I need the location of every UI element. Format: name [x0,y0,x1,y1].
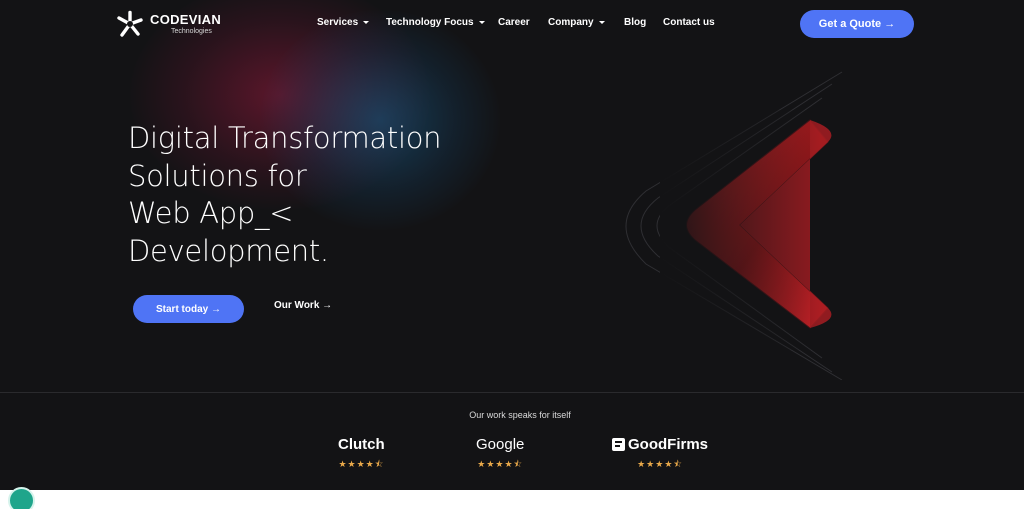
review-goodfirms[interactable]: GoodFirms ★★★★⯪ [612,436,708,473]
goodfirms-icon [612,438,625,451]
headline-line-2: Solutions for [128,158,307,193]
goodfirms-logo: GoodFirms [612,436,708,453]
nav-contact-us[interactable]: Contact us [663,17,715,28]
nav-technology-focus[interactable]: Technology Focus [386,17,498,28]
nav-career[interactable]: Career [498,17,548,28]
get-a-quote-button[interactable]: Get a Quote → [800,10,914,38]
nav-services[interactable]: Services [317,17,386,28]
chat-bubble-icon[interactable] [8,487,35,509]
clutch-logo: Clutch [338,436,385,453]
our-work-link[interactable]: Our Work → [274,300,332,311]
hero-section: CODEVIAN Technologies Services Technolog… [0,0,1024,490]
hero-headline: Digital Transformation Solutions for Web… [128,120,508,270]
section-divider [0,392,1024,393]
nav-blog[interactable]: Blog [624,17,663,28]
nav-contact-us-label: Contact us [663,17,715,28]
nav-services-label: Services [317,17,359,28]
main-nav: Services Technology Focus Career Company… [317,17,715,28]
brand-subtitle: Technologies [171,27,212,35]
nav-technology-focus-label: Technology Focus [386,17,474,28]
starburst-logo-icon [117,10,143,37]
clutch-stars: ★★★★⯪ [338,460,385,470]
chevron-down-icon [478,21,485,24]
chevron-down-icon [363,21,370,24]
start-today-button[interactable]: Start today → [133,295,244,323]
review-google[interactable]: Google ★★★★⯪ [476,436,524,473]
nav-blog-label: Blog [624,17,647,28]
brand-name: CODEVIAN [150,11,222,27]
chevron-down-icon [598,21,605,24]
review-clutch[interactable]: Clutch ★★★★⯪ [338,436,385,473]
headline-line-3: Web App_< [128,196,294,230]
chevron-left-graphic-icon [625,71,843,380]
nav-career-label: Career [498,17,530,28]
goodfirms-stars: ★★★★⯪ [637,460,683,470]
goodfirms-label: GoodFirms [628,436,709,453]
reviews-tagline: Our work speaks for itself [469,410,571,420]
google-logo: Google [476,436,524,453]
brand-logo[interactable]: CODEVIAN Technologies [115,9,221,39]
google-stars: ★★★★⯪ [477,460,524,470]
google-label: Google [476,436,525,453]
nav-company-label: Company [548,17,594,28]
headline-line-1: Digital Transformation [128,121,442,155]
nav-company[interactable]: Company [548,17,624,28]
headline-line-4: Development. [128,233,329,268]
